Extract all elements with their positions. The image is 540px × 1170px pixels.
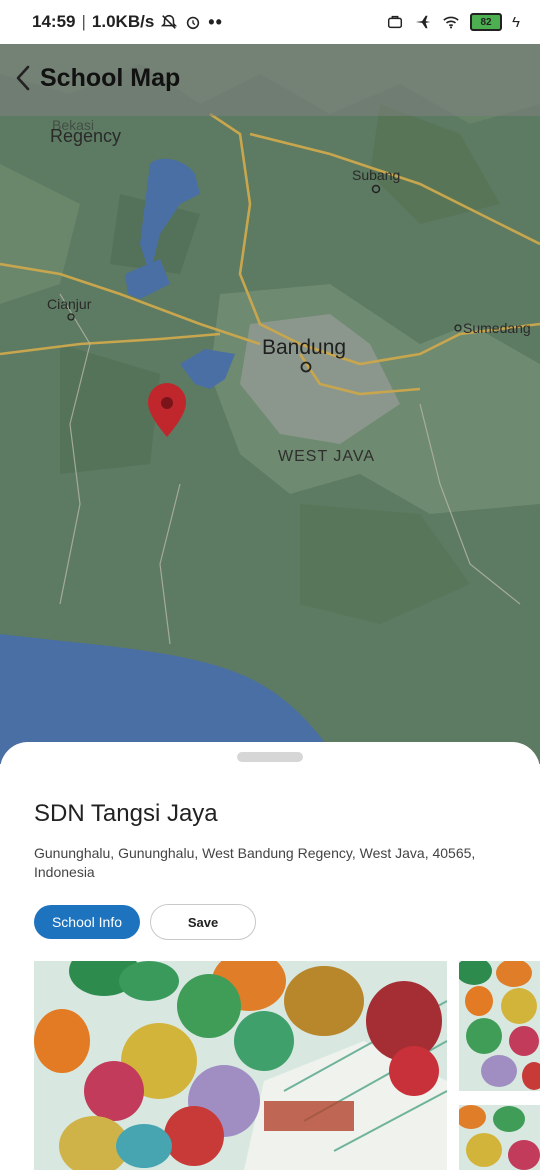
school-name: SDN Tangsi Jaya xyxy=(34,800,218,827)
lanterns-thumb-1 xyxy=(459,961,540,1091)
school-photo-main[interactable] xyxy=(34,961,447,1170)
school-info-button[interactable]: School Info xyxy=(34,905,140,939)
page-title: School Map xyxy=(40,63,181,92)
network-speed: 1.0KB/s xyxy=(91,12,155,31)
more-dots-icon: •• xyxy=(208,11,223,32)
lanterns-thumb-2 xyxy=(459,1105,540,1170)
status-time: 14:59 xyxy=(32,12,76,31)
briefcase-icon xyxy=(388,15,403,29)
back-arrow-icon xyxy=(16,65,30,91)
battery-icon: 82 xyxy=(470,13,503,31)
school-address: Gununghalu, Gununghalu, West Bandung Reg… xyxy=(34,845,476,880)
lanterns-photo xyxy=(34,961,447,1170)
alarm-icon xyxy=(187,16,200,30)
airplane-icon xyxy=(415,15,431,29)
app-bar: School Map xyxy=(0,40,540,116)
map-label-regency: Regency xyxy=(50,126,121,146)
charging-icon: ϟ xyxy=(512,13,520,31)
map-canvas[interactable]: Bekasi Regency Subang Cianjur Sumedang B… xyxy=(0,44,540,764)
school-photo-thumb[interactable] xyxy=(459,961,540,1091)
sheet-drag-handle[interactable] xyxy=(237,752,303,762)
bell-off-icon xyxy=(161,14,178,29)
wifi-icon xyxy=(443,16,459,29)
map-label-west-java: WEST JAVA xyxy=(278,448,375,465)
back-button[interactable] xyxy=(6,58,40,98)
map-label-bandung: Bandung xyxy=(262,336,346,359)
map-view[interactable]: Bekasi Regency Subang Cianjur Sumedang B… xyxy=(0,44,540,764)
bottom-sheet: SDN Tangsi Jaya Gununghalu, Gununghalu, … xyxy=(0,742,540,1170)
map-label-sumedang: Sumedang xyxy=(463,320,531,336)
map-label-subang: Subang xyxy=(352,167,400,183)
school-photo-thumb[interactable] xyxy=(459,1105,540,1170)
map-label-cianjur: Cianjur xyxy=(47,296,92,312)
save-button[interactable]: Save xyxy=(150,904,256,940)
status-bar: 14:59 | 1.0KB/s •• 82 ϟ xyxy=(0,0,540,44)
